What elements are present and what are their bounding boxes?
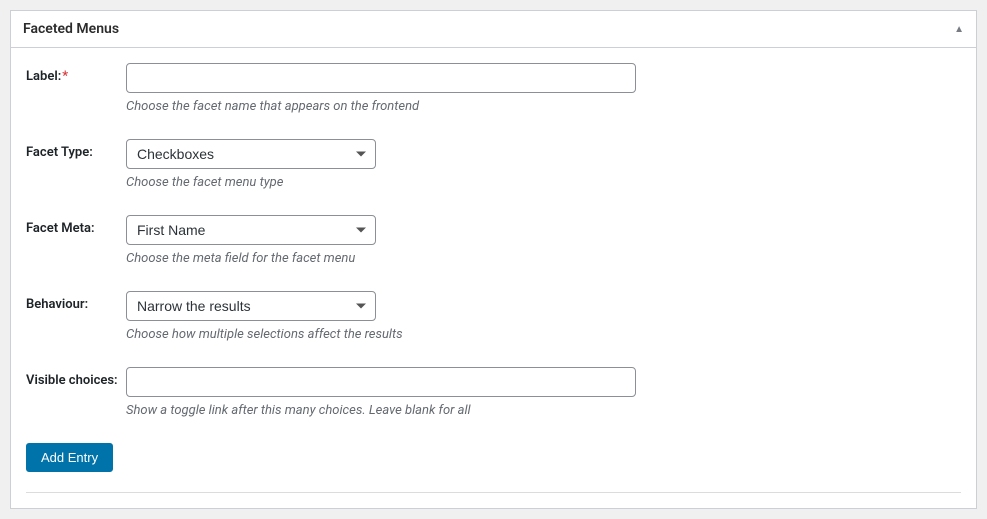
divider (26, 492, 961, 493)
label-input[interactable] (126, 63, 636, 93)
facet-type-select-wrap: Checkboxes (126, 139, 376, 169)
visible-choices-input[interactable] (126, 367, 636, 397)
label-label: Label:* (26, 63, 126, 114)
behaviour-select[interactable]: Narrow the results (126, 291, 376, 321)
field-row-label: Label:* Choose the facet name that appea… (26, 63, 961, 114)
facet-type-help: Choose the facet menu type (126, 175, 961, 190)
behaviour-label: Behaviour: (26, 291, 126, 342)
facet-meta-help: Choose the meta field for the facet menu (126, 251, 961, 266)
add-entry-button[interactable]: Add Entry (26, 443, 113, 472)
visible-choices-help: Show a toggle link after this many choic… (126, 403, 961, 418)
behaviour-select-wrap: Narrow the results (126, 291, 376, 321)
facet-meta-select-wrap: First Name (126, 215, 376, 245)
label-help: Choose the facet name that appears on th… (126, 99, 961, 114)
behaviour-help: Choose how multiple selections affect th… (126, 327, 961, 342)
field-row-behaviour: Behaviour: Narrow the results Choose how… (26, 291, 961, 342)
visible-choices-label: Visible choices: (26, 367, 126, 418)
panel-header[interactable]: Faceted Menus ▲ (11, 11, 976, 48)
facet-meta-label: Facet Meta: (26, 215, 126, 266)
facet-type-label: Facet Type: (26, 139, 126, 190)
facet-meta-select[interactable]: First Name (126, 215, 376, 245)
facet-type-select[interactable]: Checkboxes (126, 139, 376, 169)
collapse-icon: ▲ (954, 24, 964, 35)
panel-body: Label:* Choose the facet name that appea… (11, 48, 976, 508)
faceted-menus-panel: Faceted Menus ▲ Label:* Choose the facet… (10, 10, 977, 509)
required-indicator: * (62, 69, 68, 84)
field-row-facet-meta: Facet Meta: First Name Choose the meta f… (26, 215, 961, 266)
field-row-facet-type: Facet Type: Checkboxes Choose the facet … (26, 139, 961, 190)
field-row-visible-choices: Visible choices: Show a toggle link afte… (26, 367, 961, 418)
panel-title: Faceted Menus (23, 21, 119, 37)
